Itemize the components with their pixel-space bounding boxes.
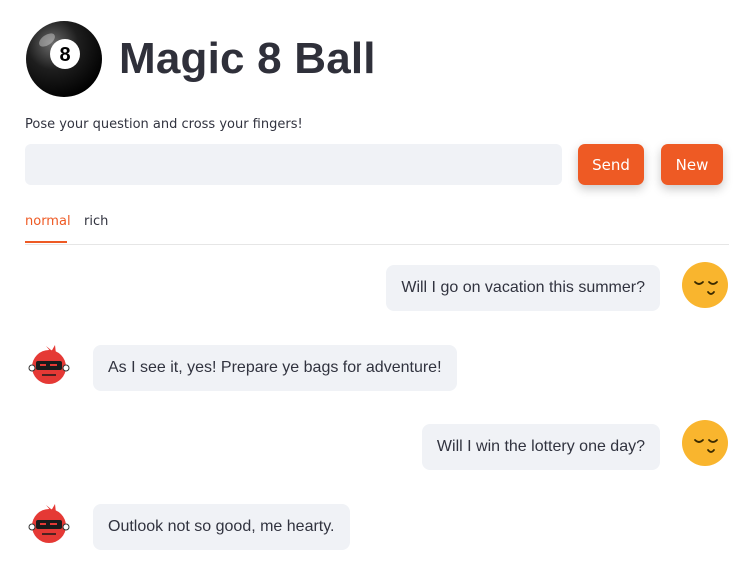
question-input[interactable] [25, 144, 562, 185]
magic-8-ball-icon: 8 [26, 21, 102, 97]
new-button[interactable]: New [661, 144, 723, 185]
tab-bar: normal rich [25, 214, 729, 245]
page-title: Magic 8 Ball [119, 34, 376, 83]
bot-message: Outlook not so good, me hearty. [93, 504, 350, 550]
question-prompt: Pose your question and cross your finger… [25, 117, 303, 132]
smiley-face-icon [682, 262, 728, 308]
tab-normal[interactable]: normal [25, 214, 71, 229]
active-tab-indicator [25, 241, 67, 243]
tab-rich[interactable]: rich [84, 214, 108, 229]
pirate-bot-icon [28, 345, 70, 384]
user-message: Will I win the lottery one day? [421, 424, 660, 470]
bot-message: As I see it, yes! Prepare ye bags for ad… [93, 345, 457, 391]
smiley-face-icon [682, 420, 728, 466]
send-button[interactable]: Send [578, 144, 644, 185]
pirate-bot-icon [28, 504, 70, 543]
logo-number: 8 [59, 44, 70, 66]
user-message: Will I go on vacation this summer? [386, 265, 660, 311]
app-header: 8 Magic 8 Ball [25, 20, 376, 98]
